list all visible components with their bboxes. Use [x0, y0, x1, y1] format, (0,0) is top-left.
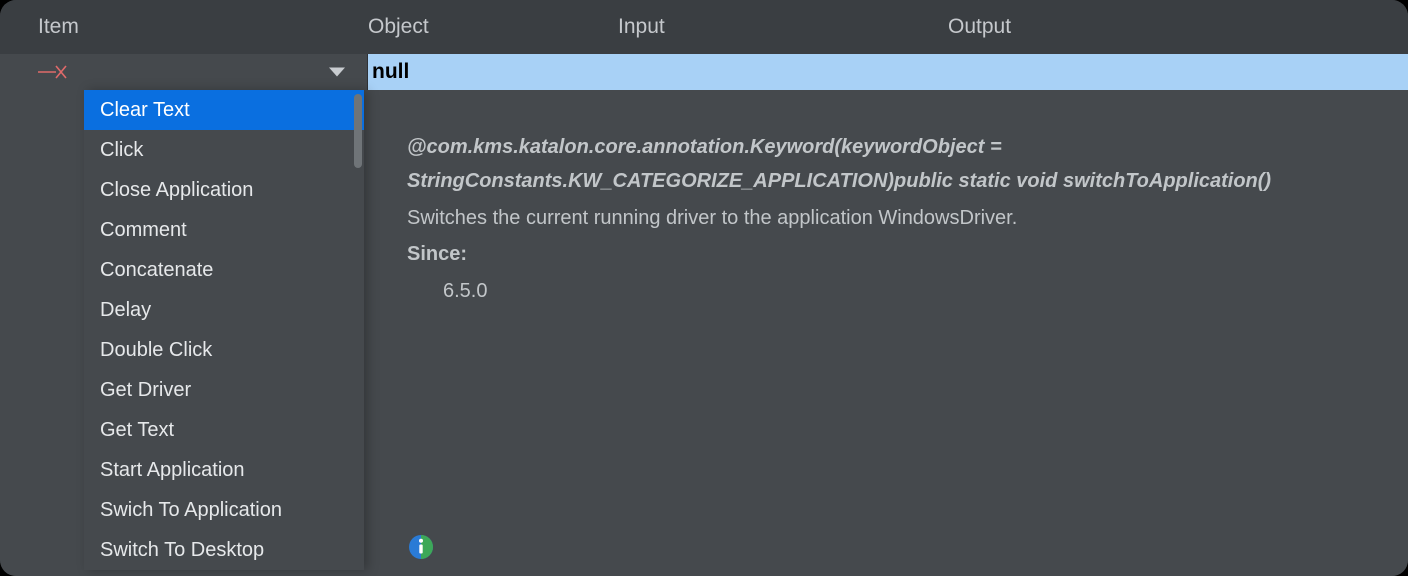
menu-item-switch-to-desktop[interactable]: Switch To Desktop	[84, 530, 364, 570]
content-area: Clear Text Click Close Application Comme…	[0, 90, 1408, 576]
keyword-dropdown[interactable]: Clear Text Click Close Application Comme…	[84, 90, 364, 570]
app-window: Item Object Input Output null Clear Text	[0, 0, 1408, 576]
menu-item-click[interactable]: Click	[84, 130, 364, 170]
menu-item-start-application[interactable]: Start Application	[84, 450, 364, 490]
menu-item-concatenate[interactable]: Concatenate	[84, 250, 364, 290]
menu-item-get-text[interactable]: Get Text	[84, 410, 364, 450]
menu-item-double-click[interactable]: Double Click	[84, 330, 364, 370]
header-input[interactable]: Input	[618, 15, 948, 39]
menu-item-get-driver[interactable]: Get Driver	[84, 370, 364, 410]
detail-panel: @com.kms.katalon.core.annotation.Keyword…	[367, 90, 1408, 576]
header-item[interactable]: Item	[38, 15, 368, 39]
menu-item-comment[interactable]: Comment	[84, 210, 364, 250]
header-object[interactable]: Object	[368, 15, 618, 39]
menu-item-switch-to-application[interactable]: Swich To Application	[84, 490, 364, 530]
menu-item-clear-text[interactable]: Clear Text	[84, 90, 364, 130]
dropdown-scroll-thumb[interactable]	[354, 94, 362, 168]
since-label: Since:	[407, 237, 1368, 271]
keyword-description: Switches the current running driver to t…	[407, 201, 1368, 235]
column-headers: Item Object Input Output	[0, 0, 1408, 54]
main-area: null Clear Text Click Close Application …	[0, 54, 1408, 576]
menu-item-close-application[interactable]: Close Application	[84, 170, 364, 210]
object-cell-value[interactable]: null	[368, 54, 1408, 90]
chevron-down-icon	[329, 68, 345, 77]
item-cell-dropdown[interactable]	[0, 54, 368, 90]
since-value: 6.5.0	[407, 274, 1368, 308]
info-icon[interactable]	[408, 534, 434, 560]
dropdown-scrollbar[interactable]	[354, 94, 362, 254]
keyword-annotation: @com.kms.katalon.core.annotation.Keyword…	[407, 130, 1368, 199]
header-output[interactable]: Output	[948, 15, 1408, 39]
selected-row[interactable]: null	[0, 54, 1408, 90]
menu-item-delay[interactable]: Delay	[84, 290, 364, 330]
red-x-icon	[38, 62, 68, 82]
